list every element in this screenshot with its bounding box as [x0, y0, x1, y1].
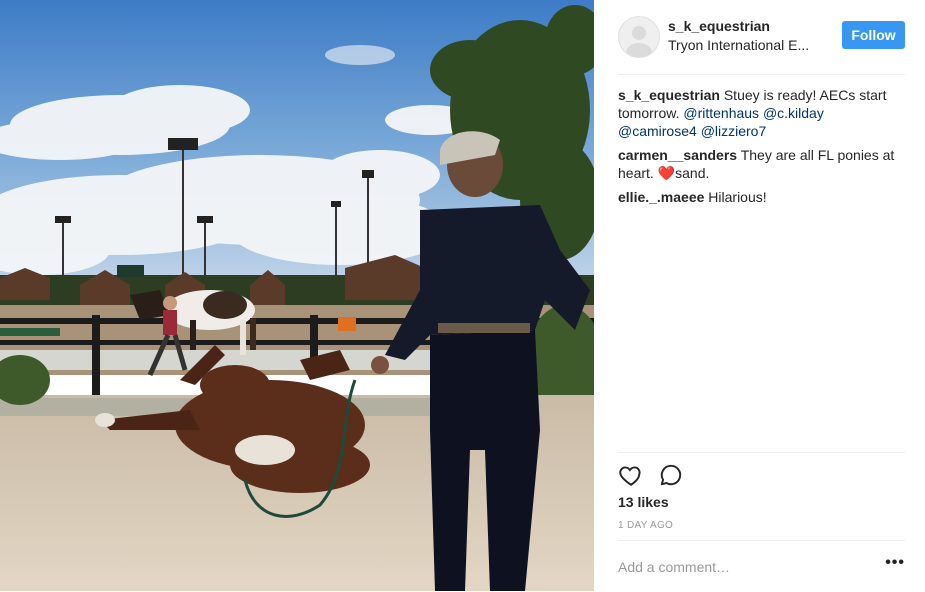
- post-location[interactable]: Tryon International E...: [668, 37, 828, 53]
- add-comment-input[interactable]: [618, 555, 868, 579]
- follow-button[interactable]: Follow: [842, 21, 905, 49]
- comment-bubble-icon[interactable]: [658, 462, 684, 488]
- mention-link[interactable]: @c.kilday: [763, 105, 824, 121]
- add-comment-section: •••: [618, 540, 905, 592]
- post-username[interactable]: s_k_equestrian: [668, 18, 770, 34]
- more-options-icon[interactable]: •••: [885, 554, 905, 572]
- mention-link[interactable]: @camirose4: [618, 123, 697, 139]
- caption-username[interactable]: s_k_equestrian: [618, 87, 720, 103]
- comment-username[interactable]: ellie._.maeee: [618, 189, 704, 205]
- mention-link[interactable]: @rittenhaus: [683, 105, 759, 121]
- default-avatar-icon: [626, 26, 652, 57]
- comment-username[interactable]: carmen__sanders: [618, 147, 737, 163]
- mention-link[interactable]: @lizziero7: [701, 123, 767, 139]
- like-heart-icon[interactable]: [618, 462, 644, 488]
- comment-item: carmen__sanders They are all FL ponies a…: [618, 146, 905, 182]
- post-photo[interactable]: [0, 0, 594, 591]
- comment-text: sand.: [675, 165, 710, 181]
- comments-list: s_k_equestrian Stuey is ready! AECs star…: [618, 86, 905, 212]
- action-bar: [618, 452, 905, 491]
- comment-item: ellie._.maeee Hilarious!: [618, 188, 905, 206]
- comment-text: Hilarious!: [704, 189, 767, 205]
- avatar[interactable]: [618, 16, 660, 58]
- post-sidebar: s_k_equestrian Tryon International E... …: [594, 0, 925, 591]
- post-header: s_k_equestrian Tryon International E... …: [618, 14, 905, 75]
- caption: s_k_equestrian Stuey is ready! AECs star…: [618, 86, 905, 140]
- horse-rolling-photo: [0, 0, 594, 591]
- likes-count[interactable]: 13 likes: [618, 494, 669, 510]
- post-timestamp[interactable]: 1 DAY AGO: [618, 520, 673, 531]
- heart-emoji: ❤️: [657, 165, 676, 181]
